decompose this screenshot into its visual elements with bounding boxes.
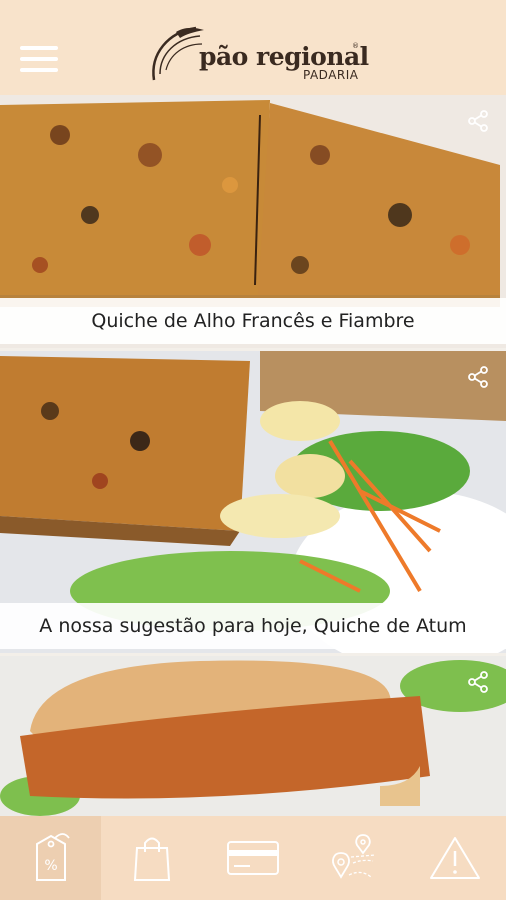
shopping-bag-icon: [133, 837, 170, 881]
app-header: pão regional ® PADARIA: [0, 0, 506, 95]
tab-discounts[interactable]: %: [0, 816, 101, 900]
logo-name: pão regional: [199, 42, 369, 71]
card-caption: Quiche de Alho Francês e Fiambre: [0, 298, 506, 344]
warning-icon: [429, 837, 480, 879]
bottom-tab-bar: %: [0, 816, 506, 900]
feed-card[interactable]: Quiche de Alho Francês e Fiambre: [0, 95, 506, 348]
svg-text:%: %: [44, 858, 57, 874]
share-icon[interactable]: [466, 109, 490, 133]
app-logo: pão regional ® PADARIA: [146, 22, 369, 86]
discount-tag-icon: %: [35, 833, 70, 881]
chicken-sandwich-photo: [0, 656, 506, 816]
tab-locations[interactable]: [303, 816, 404, 900]
logo-subtitle: PADARIA: [303, 68, 359, 82]
share-icon[interactable]: [466, 670, 490, 694]
card-icon: [226, 841, 279, 875]
wheat-logo-icon: [152, 26, 204, 81]
card-caption: A nossa sugestão para hoje, Quiche de At…: [0, 603, 506, 649]
share-icon[interactable]: [466, 365, 490, 389]
hamburger-menu-icon[interactable]: [20, 46, 58, 72]
tab-shop[interactable]: [101, 816, 202, 900]
feed-card[interactable]: A nossa sugestão para hoje, Quiche de At…: [0, 351, 506, 653]
feed-card[interactable]: [0, 656, 506, 816]
map-location-icon: [331, 834, 375, 879]
tab-alerts[interactable]: [404, 816, 505, 900]
logo-registered-mark: ®: [352, 42, 359, 50]
tab-card[interactable]: [202, 816, 303, 900]
